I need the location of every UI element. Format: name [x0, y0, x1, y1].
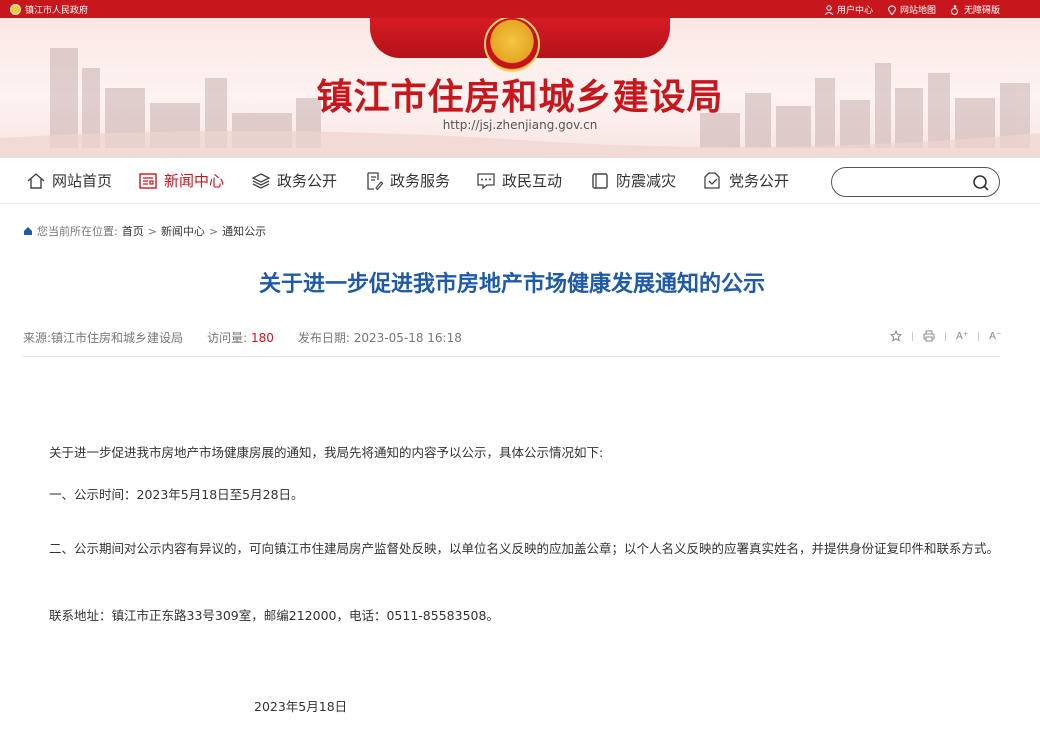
nav-item-label: 防震减灾 — [616, 172, 677, 190]
print-icon[interactable] — [923, 330, 935, 342]
accessibility-label: 无障碍版 — [963, 6, 1000, 16]
top-bar: 镇江市人民政府 用户中心 网站地图 无障碍版 — [0, 0, 1040, 18]
nav-item-news[interactable]: 新闻中心 — [138, 170, 224, 191]
nav-item-label: 新闻中心 — [164, 172, 225, 190]
source-label: 来源: — [23, 331, 52, 345]
views-count: 180 — [250, 331, 274, 345]
nav-item-gov-services[interactable]: 政务服务 — [364, 170, 450, 191]
home-icon — [24, 227, 32, 235]
article-paragraph: 联系地址：镇江市正东路33号309室，邮编212000，电话：0511-8558… — [49, 608, 499, 623]
article-paragraph: 关于进一步促进我市房地产市场健康房展的通知，我局先将通知的内容予以公示，具体公示… — [49, 445, 604, 460]
nav-item-label: 网站首页 — [52, 172, 113, 190]
home-icon — [27, 172, 45, 189]
newspaper-icon — [139, 172, 157, 189]
nav-item-home[interactable]: 网站首页 — [26, 170, 112, 191]
tool-separator — [945, 331, 946, 341]
search-input[interactable] — [846, 173, 966, 191]
breadcrumb-home[interactable]: 首页 — [122, 223, 144, 239]
site-url: http://jsj.zhenjiang.gov.cn — [442, 118, 598, 132]
article-paragraph: 二、公示期间对公示内容有异议的，可向镇江市住建局房产监督处反映，以单位名义反映的… — [49, 541, 1000, 556]
main-nav: 网站首页 新闻中心 政务公开 政务服务 政民互动 防震减灾 党务公开 — [0, 158, 1040, 204]
layers-icon — [251, 172, 271, 189]
sign-date: 2023年5月18日 — [254, 699, 348, 714]
article-meta: 来源:镇江市住房和城乡建设局 访问量: 180 发布日期: 2023-05-18… — [23, 329, 462, 346]
nav-item-interaction[interactable]: 政民互动 — [476, 170, 562, 191]
date-label: 发布日期: — [297, 331, 350, 345]
article-tools: A⁺ A⁻ — [890, 330, 1001, 342]
nav-item-earthquake[interactable]: 防震减灾 — [590, 170, 676, 191]
user-center-link[interactable]: 用户中心 — [824, 3, 873, 16]
star-icon[interactable] — [890, 330, 902, 342]
nav-item-label: 政民互动 — [502, 172, 563, 190]
breadcrumb-separator: > — [208, 224, 219, 238]
frame-icon — [592, 172, 608, 189]
user-center-label: 用户中心 — [836, 6, 873, 16]
tool-separator — [912, 331, 913, 341]
site-title: 镇江市住房和城乡建设局 — [316, 76, 724, 118]
tool-separator — [978, 331, 980, 341]
national-emblem-icon — [10, 4, 21, 15]
sitemap-label: 网站地图 — [899, 6, 936, 16]
gov-link[interactable]: 镇江市人民政府 — [10, 3, 88, 16]
nav-item-party-affairs[interactable]: 党务公开 — [703, 170, 789, 191]
source-value: 镇江市住房和城乡建设局 — [51, 331, 184, 345]
font-decrease-button[interactable]: A⁻ — [989, 331, 1001, 342]
breadcrumb-news[interactable]: 新闻中心 — [161, 223, 205, 239]
wheelchair-icon — [950, 4, 958, 15]
breadcrumb-prefix: 您当前所在位置: — [37, 225, 118, 238]
national-emblem — [484, 18, 540, 72]
views-label: 访问量: — [207, 331, 248, 345]
folder-icon — [704, 171, 720, 189]
accessibility-link[interactable]: 无障碍版 — [950, 3, 1000, 16]
nav-item-label: 政务公开 — [277, 172, 338, 190]
nav-item-gov-affairs[interactable]: 政务公开 — [251, 170, 337, 191]
article-paragraph: 一、公示时间：2023年5月18日至5月28日。 — [49, 487, 304, 502]
breadcrumb: 您当前所在位置: 首页 > 新闻中心 > 通知公示 — [23, 223, 266, 239]
search-icon[interactable] — [972, 174, 990, 192]
chat-icon — [477, 172, 495, 189]
search-box — [831, 167, 1000, 197]
meta-divider — [23, 356, 1000, 357]
gov-link-label: 镇江市人民政府 — [25, 6, 89, 16]
breadcrumb-notices[interactable]: 通知公示 — [222, 223, 266, 239]
font-increase-button[interactable]: A⁺ — [956, 331, 968, 342]
nav-item-label: 政务服务 — [390, 172, 451, 190]
location-icon — [887, 5, 896, 15]
nav-item-label: 党务公开 — [729, 172, 790, 190]
document-pen-icon — [367, 171, 384, 190]
site-banner: 镇江市住房和城乡建设局 http://jsj.zhenjiang.gov.cn — [0, 18, 1040, 158]
breadcrumb-separator: > — [147, 224, 157, 238]
user-icon — [824, 4, 834, 15]
publish-date: 2023-05-18 16:18 — [353, 331, 462, 345]
sitemap-link[interactable]: 网站地图 — [887, 3, 936, 16]
article-title: 关于进一步促进我市房地产市场健康发展通知的公示 — [258, 272, 765, 297]
